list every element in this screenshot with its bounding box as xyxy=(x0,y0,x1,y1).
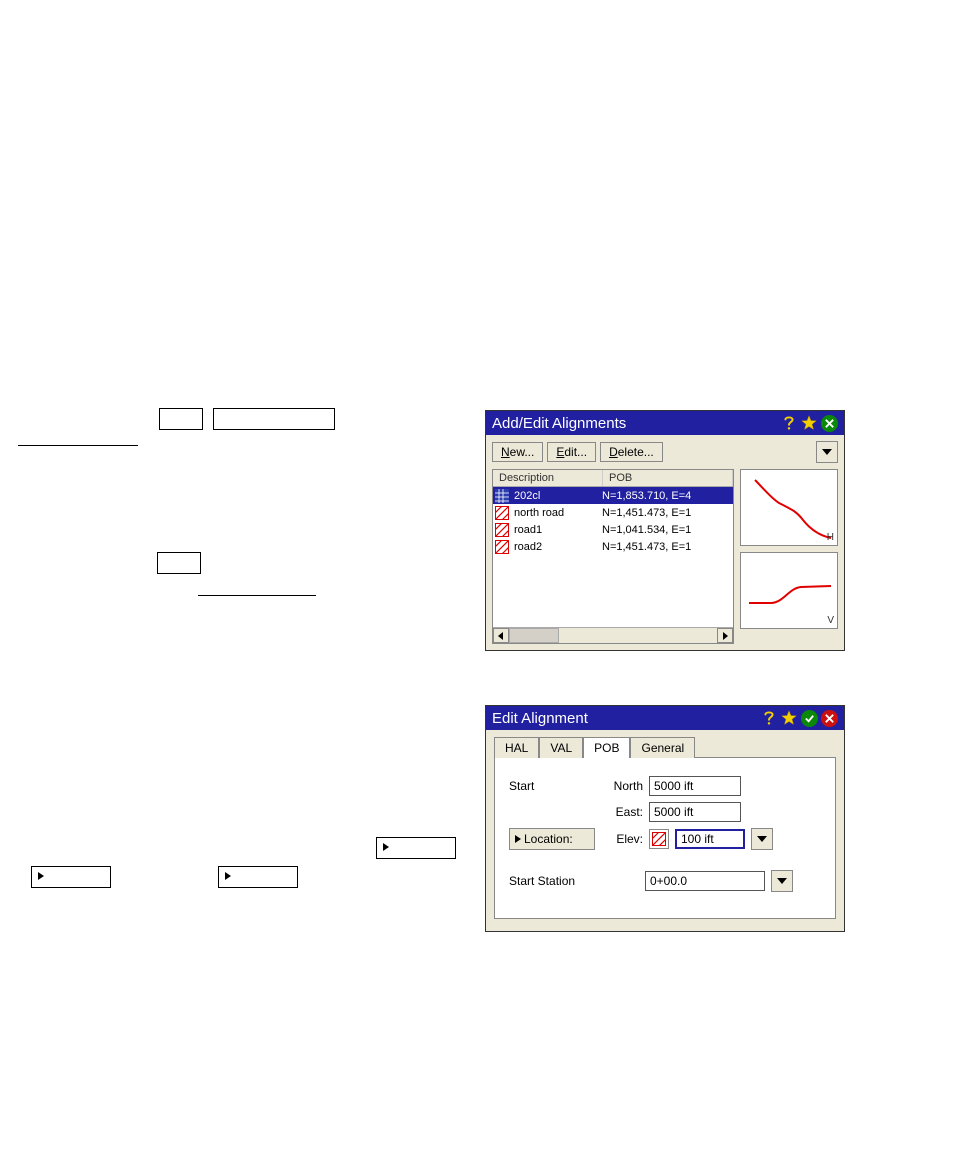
edit-button-label: dit... xyxy=(564,445,587,459)
ghost-box xyxy=(213,408,335,430)
row-description: north road xyxy=(514,507,602,519)
start-station-label: Start Station xyxy=(509,874,639,888)
alignment-list: Description POB 202cl N=1,853.710, E=4 xyxy=(492,469,734,644)
column-description[interactable]: Description xyxy=(493,470,603,486)
help-icon[interactable] xyxy=(760,709,778,727)
dialog-title: Add/Edit Alignments xyxy=(492,415,780,432)
elev-label: Elev: xyxy=(601,832,643,846)
ghost-box xyxy=(376,837,456,859)
delete-button-label: elete... xyxy=(618,445,654,459)
alignment-icon xyxy=(495,489,511,503)
scroll-right-icon[interactable] xyxy=(717,628,733,643)
row-pob: N=1,041.534, E=1 xyxy=(602,524,731,536)
tab-val[interactable]: VAL xyxy=(539,737,583,758)
form-row-east: East: xyxy=(509,802,821,822)
tab-pob[interactable]: POB xyxy=(583,737,630,758)
row-pob: N=1,451.473, E=1 xyxy=(602,507,731,519)
play-icon xyxy=(225,872,231,880)
titlebar: Edit Alignment xyxy=(486,706,844,730)
favorite-icon[interactable] xyxy=(780,709,798,727)
start-label: Start xyxy=(509,779,595,793)
tab-bar: HAL VAL POB General xyxy=(494,736,836,757)
play-icon xyxy=(38,872,44,880)
list-header: Description POB xyxy=(493,470,733,487)
row-description: road1 xyxy=(514,524,602,536)
list-item[interactable]: north road N=1,451.473, E=1 xyxy=(493,504,733,521)
preview-h-label: H xyxy=(827,532,834,543)
preview-v-label: V xyxy=(827,615,834,626)
button-row: New... Edit... Delete... xyxy=(492,441,838,463)
alignment-icon xyxy=(495,540,511,554)
scroll-left-icon[interactable] xyxy=(493,628,509,643)
tab-hal[interactable]: HAL xyxy=(494,737,539,758)
alignment-icon xyxy=(495,523,511,537)
preview-panel: H V xyxy=(740,469,838,644)
tab-general[interactable]: General xyxy=(630,737,695,758)
start-station-field[interactable] xyxy=(645,871,765,891)
ok-button[interactable] xyxy=(800,709,818,727)
form-row-station: Start Station xyxy=(509,870,821,892)
tab-content: Start North East: Location: Elev: xyxy=(494,757,836,919)
ghost-underline xyxy=(18,445,138,446)
dialog-title: Edit Alignment xyxy=(492,710,760,727)
elev-field[interactable] xyxy=(675,829,745,849)
scroll-track[interactable] xyxy=(509,628,717,643)
favorite-icon[interactable] xyxy=(800,414,818,432)
horizontal-preview: H xyxy=(740,469,838,546)
list-body[interactable]: 202cl N=1,853.710, E=4 north road N=1,45… xyxy=(493,487,733,627)
list-item[interactable]: road1 N=1,041.534, E=1 xyxy=(493,521,733,538)
play-icon xyxy=(383,843,389,851)
ghost-box xyxy=(31,866,111,888)
new-button-label: ew... xyxy=(510,445,535,459)
play-icon xyxy=(515,835,521,843)
ghost-underline xyxy=(198,595,316,596)
edit-button[interactable]: Edit... xyxy=(547,442,596,462)
toolbar-dropdown[interactable] xyxy=(816,441,838,463)
east-field[interactable] xyxy=(649,802,741,822)
cancel-button[interactable] xyxy=(820,709,838,727)
titlebar: Add/Edit Alignments xyxy=(486,411,844,435)
edit-alignment-dialog: Edit Alignment HAL VAL POB xyxy=(485,705,845,932)
help-icon[interactable] xyxy=(780,414,798,432)
row-pob: N=1,451.473, E=1 xyxy=(602,541,731,553)
scroll-thumb[interactable] xyxy=(509,628,559,643)
ghost-box xyxy=(159,408,203,430)
location-label: Location: xyxy=(524,832,573,846)
row-pob: N=1,853.710, E=4 xyxy=(602,490,731,502)
vertical-preview: V xyxy=(740,552,838,629)
new-button[interactable]: New... xyxy=(492,442,543,462)
dialog-body: HAL VAL POB General Start North East: Lo… xyxy=(486,730,844,931)
ghost-box xyxy=(218,866,298,888)
alignment-icon-box[interactable] xyxy=(649,829,669,849)
elev-dropdown[interactable] xyxy=(751,828,773,850)
row-description: road2 xyxy=(514,541,602,553)
location-button[interactable]: Location: xyxy=(509,828,595,850)
ghost-box xyxy=(157,552,201,574)
dialog-body: New... Edit... Delete... Description POB xyxy=(486,435,844,650)
column-pob[interactable]: POB xyxy=(603,470,733,486)
north-field[interactable] xyxy=(649,776,741,796)
form-row-north: Start North xyxy=(509,776,821,796)
horizontal-scrollbar[interactable] xyxy=(493,627,733,643)
east-label: East: xyxy=(601,805,643,819)
alignment-icon xyxy=(495,506,511,520)
form-row-elev: Location: Elev: xyxy=(509,828,821,850)
delete-button[interactable]: Delete... xyxy=(600,442,663,462)
row-description: 202cl xyxy=(514,490,602,502)
list-item[interactable]: 202cl N=1,853.710, E=4 xyxy=(493,487,733,504)
add-edit-alignments-dialog: Add/Edit Alignments New... Edit... Delet… xyxy=(485,410,845,651)
list-item[interactable]: road2 N=1,451.473, E=1 xyxy=(493,538,733,555)
close-button[interactable] xyxy=(820,414,838,432)
north-label: North xyxy=(601,779,643,793)
station-dropdown[interactable] xyxy=(771,870,793,892)
